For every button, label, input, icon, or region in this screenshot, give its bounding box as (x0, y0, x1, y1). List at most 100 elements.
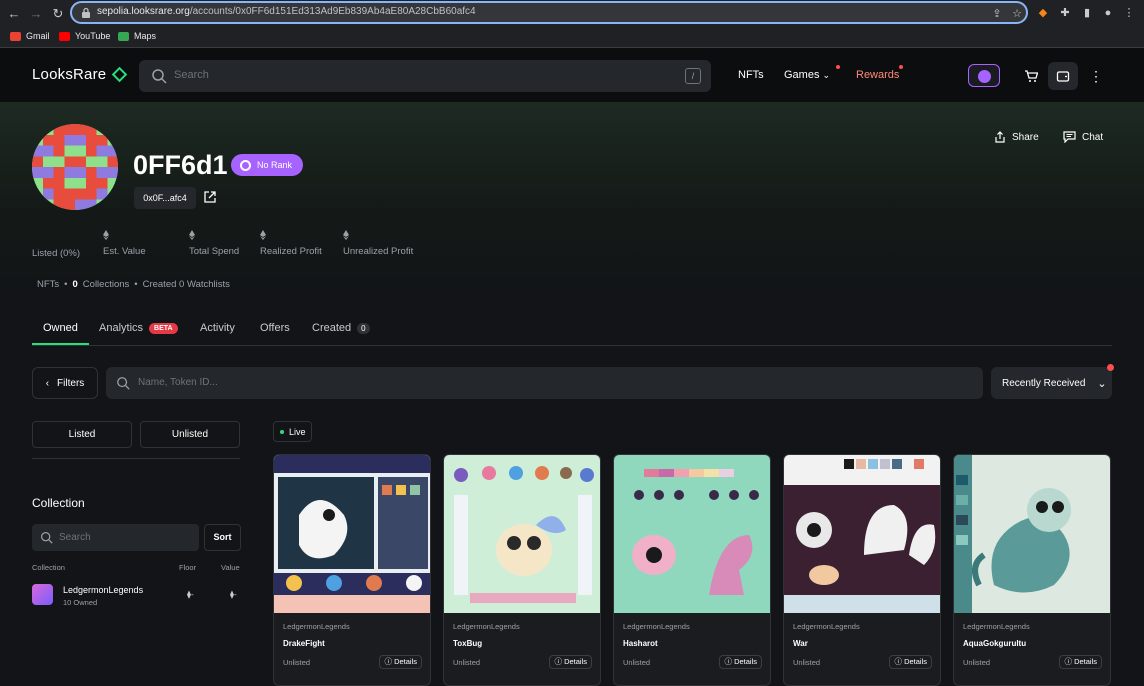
tab-owned[interactable]: Owned (43, 322, 78, 334)
bookmark-youtube[interactable]: YouTube (59, 31, 110, 41)
share-button[interactable]: Share (994, 125, 1039, 149)
forward-icon[interactable]: → (28, 6, 44, 22)
token-search-input[interactable]: Name, Token ID... (106, 367, 983, 399)
more-menu-icon[interactable]: ⋮ (1081, 62, 1111, 90)
collection-owned-count: 10 Owned (63, 598, 98, 607)
card-collection: LedgermonLegends (283, 622, 350, 631)
card-collection: LedgermonLegends (963, 622, 1030, 631)
search-icon (41, 532, 53, 544)
stat-listed: Listed (0%) (32, 248, 81, 259)
nft-card[interactable]: LedgermonLegends ToxBug Unlisted ⓘ Detai… (443, 454, 601, 686)
filters-button[interactable]: ‹ Filters (32, 367, 98, 399)
collection-heading: Collection (32, 496, 85, 510)
stat-total-spend: Total Spend (189, 230, 239, 257)
collections-count: 0 (72, 279, 78, 290)
profile-counts: NFTs • 0 Collections • Created 0 Watchli… (37, 279, 230, 290)
wallet-icon[interactable] (1048, 62, 1078, 90)
profile-icon[interactable]: ● (1101, 6, 1115, 20)
nft-card[interactable]: LedgermonLegends Hasharot Unlisted ⓘ Det… (613, 454, 771, 686)
nft-card[interactable]: LedgermonLegends DrakeFight Unlisted ⓘ D… (273, 454, 431, 686)
rewards-notification-dot (899, 65, 903, 69)
nft-card[interactable]: LedgermonLegends AquaGokgurultu Unlisted… (953, 454, 1111, 686)
nav-rewards[interactable]: Rewards (856, 69, 899, 81)
global-search-input[interactable]: Search / (139, 60, 711, 92)
eth-icon (343, 230, 349, 240)
nft-image (614, 455, 770, 613)
sort-dropdown[interactable]: Recently Received ⌄ (991, 367, 1112, 399)
active-tab-indicator (32, 343, 89, 345)
bookmarks-bar: Gmail YouTube Maps (0, 27, 1144, 48)
share-page-icon[interactable]: ⇪ (990, 7, 1004, 21)
address-bar[interactable]: sepolia.looksrare.org/accounts/0x0FF6d15… (70, 1, 1028, 24)
tab-analytics[interactable]: Analytics BETA (99, 322, 178, 334)
chrome-menu-icon[interactable]: ⋮ (1122, 6, 1136, 20)
details-button[interactable]: ⓘ Details (889, 655, 932, 669)
wallet-address-chip[interactable]: 0x0F...afc4 (134, 187, 196, 209)
collection-thumbnail[interactable] (32, 584, 53, 605)
cart-icon[interactable] (1016, 62, 1046, 90)
chevron-down-icon: ⌄ (822, 70, 831, 80)
value-amount: - (233, 590, 237, 599)
nav-nfts[interactable]: NFTs (738, 69, 764, 81)
details-button[interactable]: ⓘ Details (719, 655, 762, 669)
rank-badge-button[interactable] (968, 64, 1000, 87)
collection-name[interactable]: LedgermonLegends (63, 585, 143, 595)
chat-button[interactable]: Chat (1063, 125, 1103, 149)
nft-image (784, 455, 940, 613)
extensions-icon[interactable]: ✚ (1058, 6, 1072, 20)
bookmark-label: Gmail (26, 31, 50, 41)
collections-label: Collections (82, 279, 130, 290)
stat-label: Unrealized Profit (343, 246, 414, 257)
nft-card[interactable]: LedgermonLegends War Unlisted ⓘ Details (783, 454, 941, 686)
stat-realized-profit: Realized Profit (260, 230, 322, 257)
floor-value: - (190, 590, 194, 599)
search-placeholder: Name, Token ID... (138, 377, 218, 388)
created-label: Created 0 Watchlists (142, 279, 230, 290)
share-label: Share (1012, 131, 1039, 143)
logo-diamond-icon (112, 66, 128, 83)
column-header-value: Value (221, 563, 240, 572)
bookmark-gmail[interactable]: Gmail (10, 31, 50, 41)
lock-icon (82, 7, 90, 18)
sidepanel-icon[interactable]: ▮ (1080, 6, 1094, 20)
beta-badge: BETA (149, 322, 178, 334)
back-icon[interactable]: ← (6, 6, 22, 22)
stat-unrealized-profit: Unrealized Profit (343, 230, 413, 257)
live-indicator-dot (280, 429, 284, 434)
tab-created[interactable]: Created 0 (312, 322, 370, 334)
tab-activity[interactable]: Activity (200, 322, 235, 334)
card-status: Unlisted (793, 658, 821, 667)
reload-icon[interactable]: ↻ (50, 6, 66, 22)
rank-badge[interactable]: No Rank (231, 154, 303, 176)
card-collection: LedgermonLegends (793, 622, 860, 631)
chevron-down-icon: ⌄ (1097, 377, 1107, 390)
bookmark-label: Maps (134, 31, 157, 41)
details-button[interactable]: ⓘ Details (379, 655, 422, 669)
bookmark-star-icon[interactable]: ☆ (1010, 7, 1024, 21)
info-icon: ⓘ (384, 657, 395, 666)
bookmark-label: YouTube (75, 31, 111, 41)
tab-offers[interactable]: Offers (260, 322, 290, 334)
bookmark-maps[interactable]: Maps (118, 31, 156, 41)
listed-filter-button[interactable]: Listed (32, 421, 132, 448)
live-toggle[interactable]: Live (273, 421, 312, 442)
details-label: Details (734, 657, 757, 666)
search-icon (152, 69, 167, 84)
details-button[interactable]: ⓘ Details (1059, 655, 1102, 669)
separator-dot: • (134, 279, 138, 290)
external-link-icon[interactable] (203, 190, 217, 204)
nav-games[interactable]: Games ⌄ (784, 69, 830, 81)
looksrare-logo[interactable]: LooksRare (32, 66, 128, 83)
collection-sort-button[interactable]: Sort (204, 524, 241, 551)
details-button[interactable]: ⓘ Details (549, 655, 592, 669)
profile-tabs: Owned Analytics BETA Activity Offers Cre… (32, 316, 1112, 346)
info-icon: ⓘ (724, 657, 735, 666)
unlisted-filter-button[interactable]: Unlisted (140, 421, 240, 448)
sidebar-divider (32, 458, 240, 459)
collection-search-input[interactable]: Search (32, 524, 199, 551)
card-collection: LedgermonLegends (453, 622, 520, 631)
metamask-icon[interactable]: ◆ (1036, 6, 1050, 20)
search-icon (117, 377, 130, 390)
rank-hex-icon (240, 159, 251, 171)
nft-image (274, 455, 430, 613)
